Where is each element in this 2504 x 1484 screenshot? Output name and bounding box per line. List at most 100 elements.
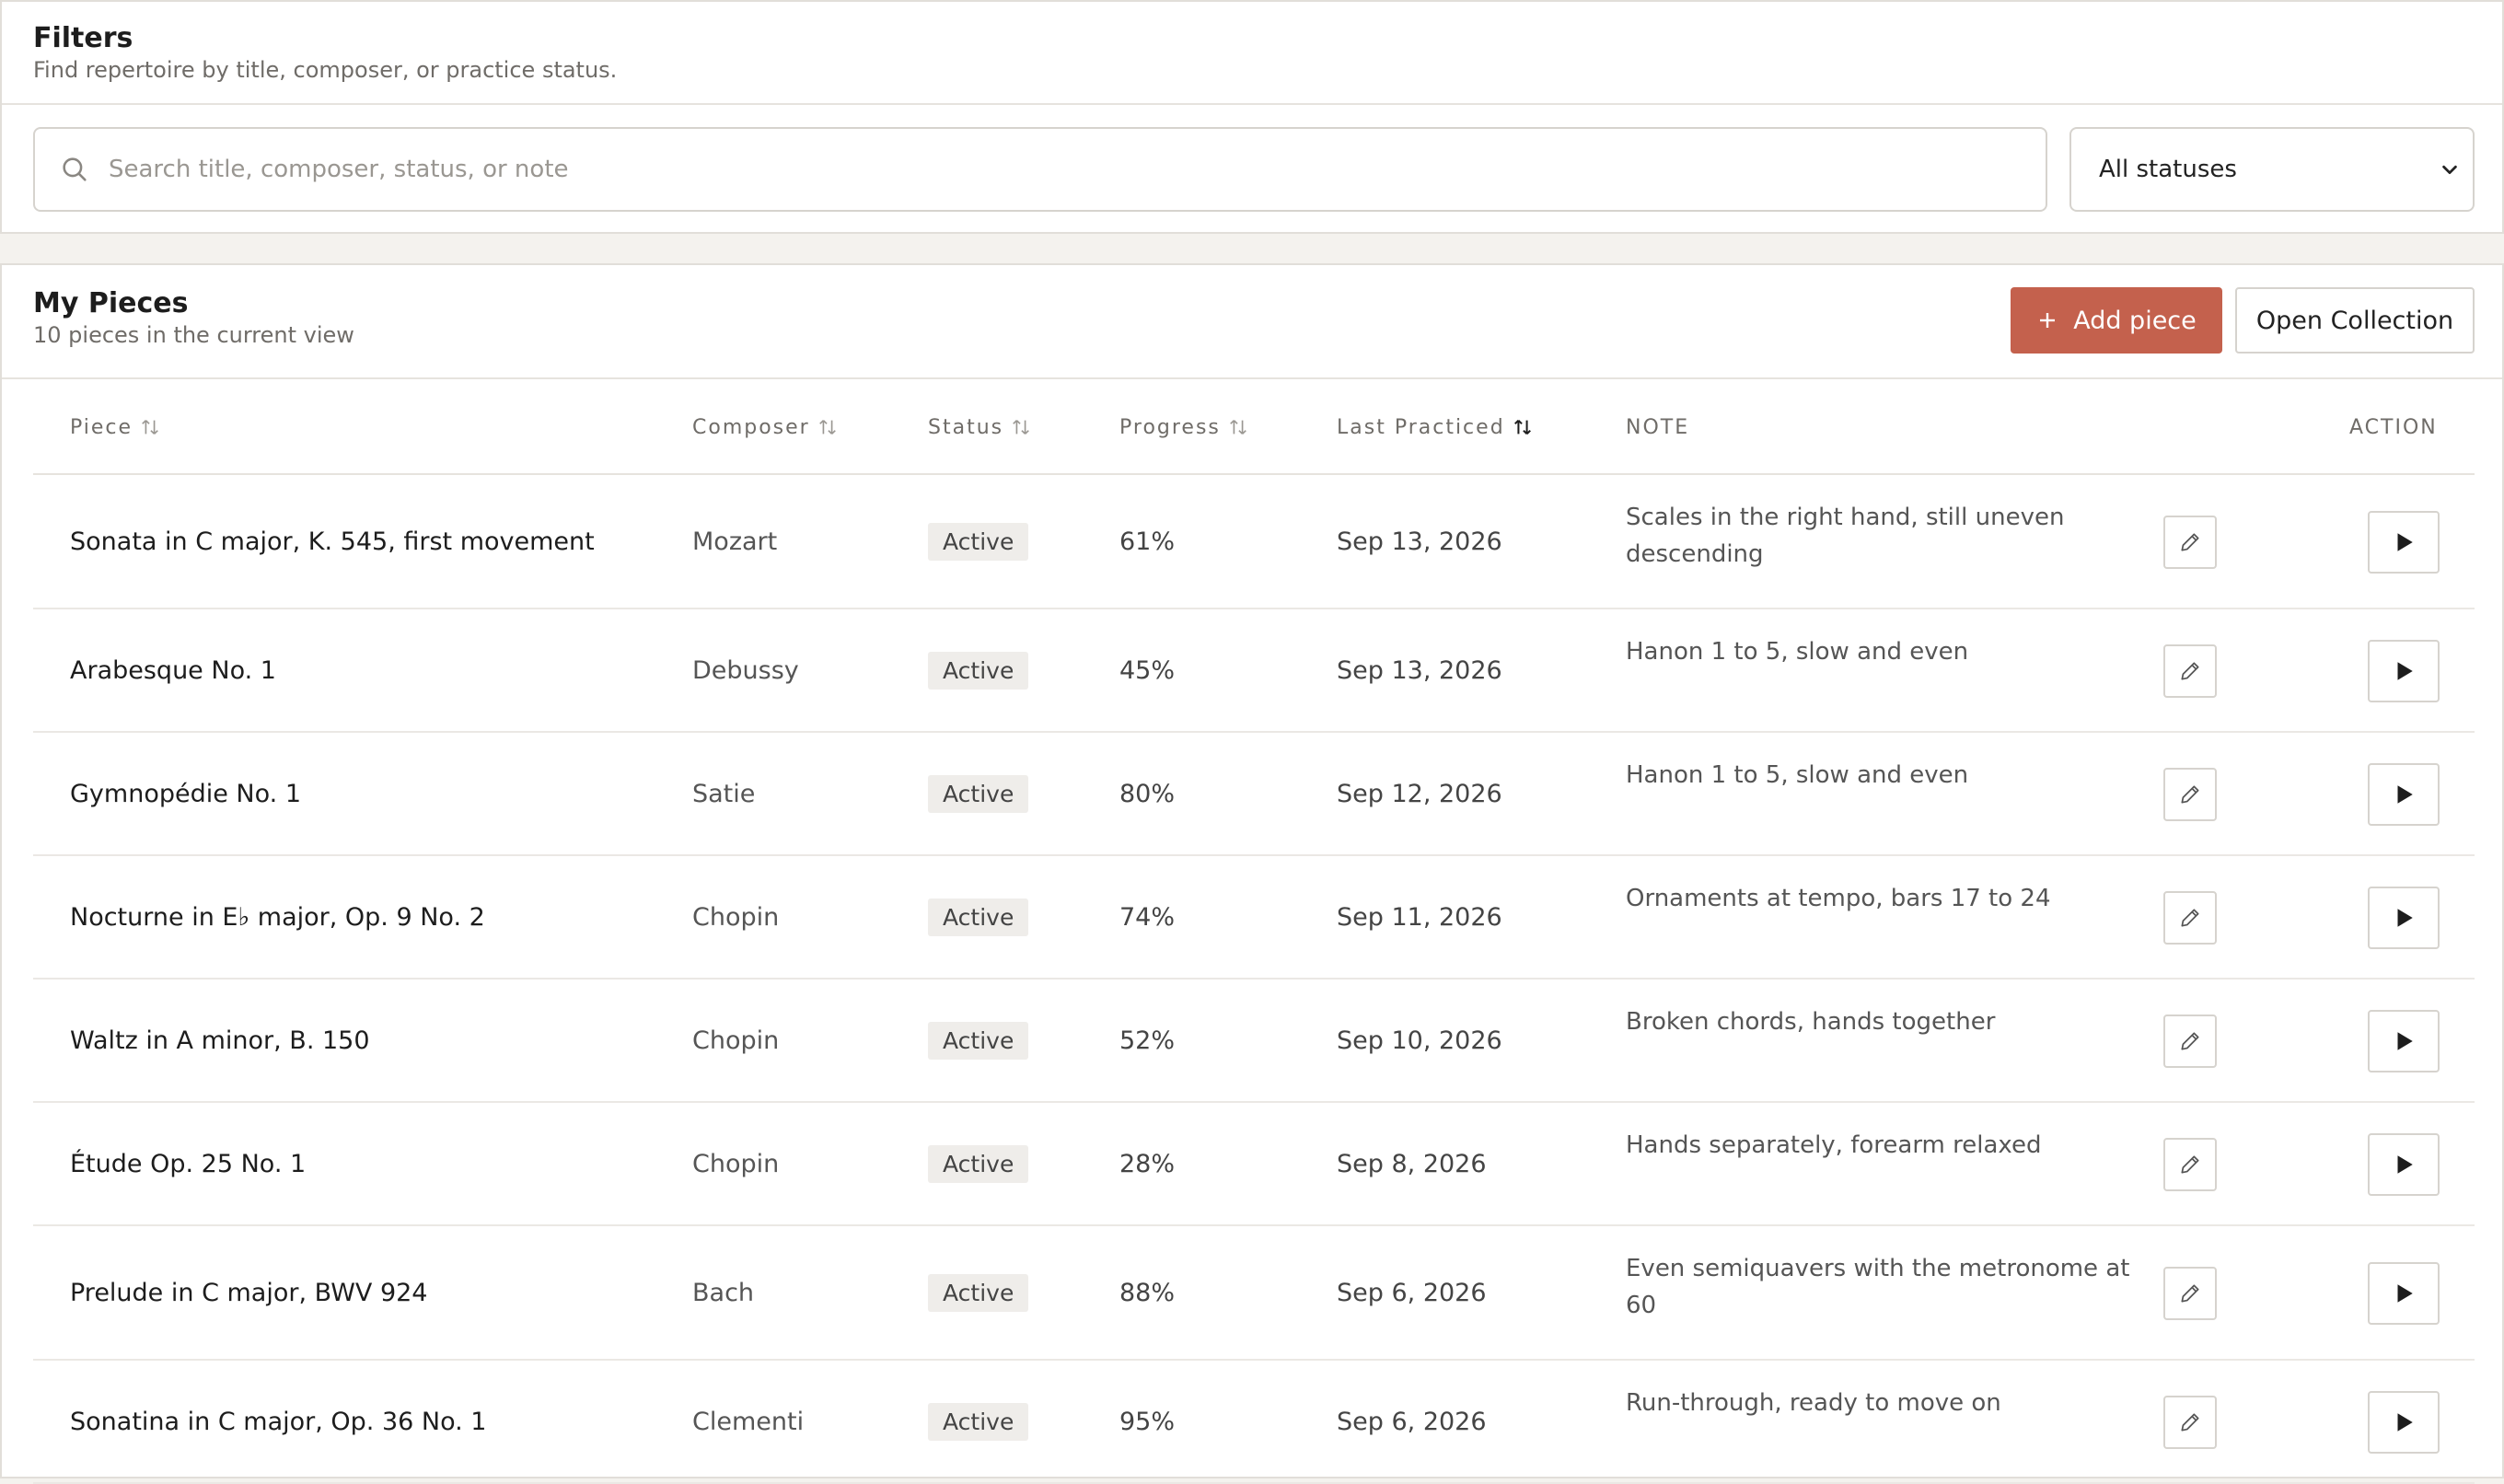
edit-note-button[interactable] [2163, 768, 2217, 821]
column-composer-label: Composer [692, 415, 810, 439]
search-input[interactable] [109, 156, 2023, 183]
play-button[interactable] [2368, 640, 2440, 702]
composer: Satie [692, 779, 756, 808]
column-progress-label: Progress [1119, 415, 1221, 439]
filters-subtitle: Find repertoire by title, composer, or p… [33, 57, 618, 83]
play-button[interactable] [2368, 887, 2440, 949]
edit-note-button[interactable] [2163, 891, 2217, 945]
last-practiced-date: Sep 12, 2026 [1337, 779, 1502, 808]
status-cell: Active [928, 733, 1029, 854]
edit-note-button[interactable] [2163, 516, 2217, 569]
pencil-icon [2181, 785, 2199, 804]
pencil-icon [2181, 662, 2199, 680]
play-icon [2397, 533, 2413, 551]
pencil-icon [2181, 1032, 2199, 1050]
play-button[interactable] [2368, 1133, 2440, 1196]
edit-note-button[interactable] [2163, 1014, 2217, 1068]
table-row: Étude Op. 25 No. 1 Chopin Active 28% Sep 8, … [33, 1103, 2475, 1226]
table-row: Gymnopédie No. 1 Satie Active 80% Sep 12, 20… [33, 733, 2475, 856]
column-note-label: NOTE [1626, 415, 1690, 439]
column-status[interactable]: Status [928, 379, 1031, 475]
piece-title: Nocturne in E♭ major, Op. 9 No. 2 [70, 902, 485, 932]
progress-value: 95% [1119, 1407, 1176, 1436]
status-badge: Active [928, 1144, 1029, 1183]
play-button[interactable] [2368, 763, 2440, 826]
last-practiced-date: Sep 11, 2026 [1337, 902, 1502, 932]
column-composer[interactable]: Composer [692, 379, 838, 475]
play-button[interactable] [2368, 1010, 2440, 1072]
play-icon [2397, 785, 2413, 804]
status-badge: Active [928, 774, 1029, 813]
edit-note-button[interactable] [2163, 1138, 2217, 1191]
column-action-label: ACTION [2349, 415, 2438, 439]
open-collection-button[interactable]: Open Collection [2235, 287, 2475, 354]
last-practiced-date: Sep 6, 2026 [1337, 1278, 1487, 1307]
table-header: Piece Composer Status Progress Last Prac… [33, 379, 2475, 475]
status-cell: Active [928, 1226, 1029, 1359]
last-practiced-date: Sep 13, 2026 [1337, 527, 1502, 556]
composer: Bach [692, 1278, 755, 1307]
composer: Debussy [692, 655, 799, 685]
pieces-header: My Pieces 10 pieces in the current view … [2, 265, 2502, 379]
practice-note: Broken chords, hands together [1626, 1008, 1996, 1036]
sort-icon [142, 420, 158, 435]
table-row: Waltz in A minor, B. 150 Chopin Active 52% S… [33, 980, 2475, 1103]
table-row: Sonata in C major, K. 545, first movemen… [33, 475, 2475, 609]
filters-panel: Filters Find repertoire by title, compos… [0, 0, 2504, 234]
table-row: Nocturne in E♭ major, Op. 9 No. 2 Chopin A… [33, 856, 2475, 980]
play-icon [2397, 1413, 2413, 1432]
table-row: Sonatina in C major, Op. 36 No. 1 Clement… [33, 1361, 2475, 1484]
practice-note: Hanon 1 to 5, slow and even [1626, 761, 1969, 789]
edit-note-button[interactable] [2163, 1396, 2217, 1449]
progress-value: 28% [1119, 1149, 1176, 1178]
status-select[interactable]: All statuses [2069, 127, 2475, 212]
status-cell: Active [928, 475, 1029, 608]
play-icon [2397, 662, 2413, 680]
status-badge: Active [928, 1402, 1029, 1441]
table-row: Prelude in C major, BWV 924 Bach Active 88%… [33, 1226, 2475, 1361]
practice-note: Ornaments at tempo, bars 17 to 24 [1626, 885, 2051, 912]
progress-value: 52% [1119, 1026, 1176, 1055]
progress-value: 61% [1119, 527, 1176, 556]
status-badge: Active [928, 1273, 1029, 1312]
status-badge: Active [928, 1021, 1029, 1060]
edit-note-button[interactable] [2163, 1267, 2217, 1320]
play-button[interactable] [2368, 1391, 2440, 1454]
composer: Chopin [692, 1026, 780, 1055]
pieces-panel: My Pieces 10 pieces in the current view … [0, 263, 2504, 1484]
piece-title: Étude Op. 25 No. 1 [70, 1149, 307, 1178]
piece-title: Prelude in C major, BWV 924 [70, 1278, 428, 1307]
practice-note: Scales in the right hand, still uneven d… [1626, 504, 2065, 568]
play-button[interactable] [2368, 1262, 2440, 1325]
search-box[interactable] [33, 127, 2047, 212]
play-button[interactable] [2368, 511, 2440, 574]
pencil-icon [2181, 1284, 2199, 1303]
pencil-icon [2181, 909, 2199, 927]
play-icon [2397, 1032, 2413, 1050]
piece-title: Waltz in A minor, B. 150 [70, 1026, 370, 1055]
pencil-icon [2181, 1155, 2199, 1174]
column-last-practiced-label: Last Practiced [1337, 415, 1505, 439]
practice-note: Hands separately, forearm relaxed [1626, 1131, 2042, 1159]
column-status-label: Status [928, 415, 1004, 439]
status-cell: Active [928, 856, 1029, 978]
add-piece-button[interactable]: Add piece [2011, 287, 2222, 354]
sort-icon [1013, 420, 1029, 435]
column-piece-label: Piece [70, 415, 133, 439]
composer: Mozart [692, 527, 778, 556]
last-practiced-date: Sep 13, 2026 [1337, 655, 1502, 685]
practice-note: Hanon 1 to 5, slow and even [1626, 638, 1969, 666]
column-last-practiced[interactable]: Last Practiced [1337, 379, 1533, 475]
progress-value: 45% [1119, 655, 1176, 685]
practice-note: Even semiquavers with the metronome at 6… [1626, 1255, 2130, 1319]
column-progress[interactable]: Progress [1119, 379, 1248, 475]
last-practiced-date: Sep 10, 2026 [1337, 1026, 1502, 1055]
piece-title: Sonatina in C major, Op. 36 No. 1 [70, 1407, 487, 1436]
play-icon [2397, 1284, 2413, 1303]
column-piece[interactable]: Piece [70, 379, 160, 475]
open-collection-label: Open Collection [2255, 306, 2454, 335]
status-badge: Active [928, 651, 1029, 690]
status-cell: Active [928, 1103, 1029, 1224]
pencil-icon [2181, 533, 2199, 551]
edit-note-button[interactable] [2163, 644, 2217, 698]
